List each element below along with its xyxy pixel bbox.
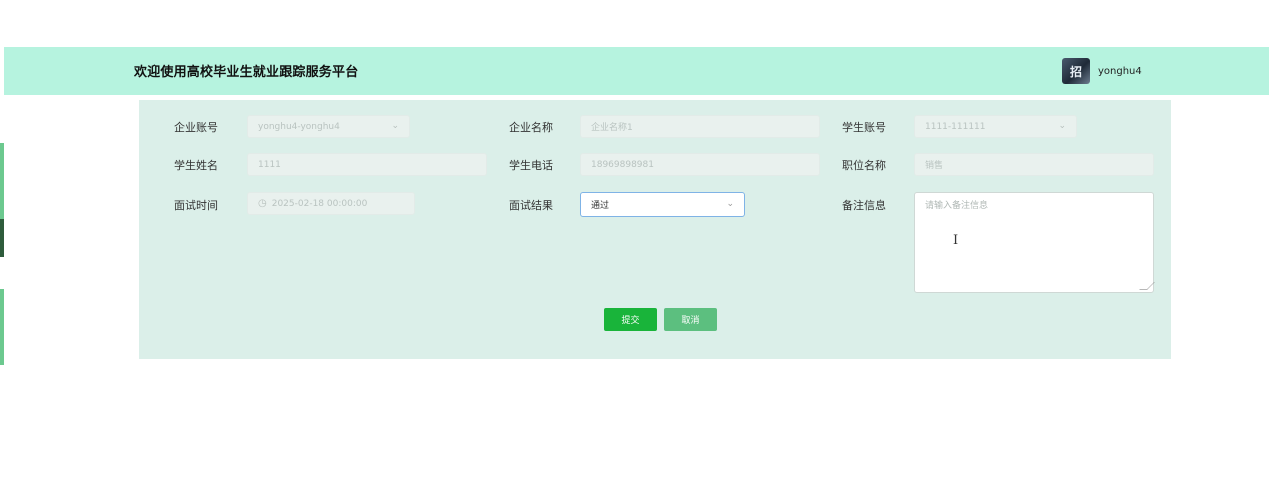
chevron-down-icon: ⌄ [391, 121, 399, 131]
interview-result-select[interactable]: 通过 ⌄ [580, 192, 745, 217]
remarks-textarea[interactable]: 请输入备注信息 I [914, 192, 1155, 293]
position-name-input[interactable]: 销售 [914, 153, 1154, 176]
username-label[interactable]: yonghu4 [1098, 66, 1142, 77]
page-title: 欢迎使用高校毕业生就业跟踪服务平台 [134, 65, 359, 80]
remarks-label: 备注信息 [842, 199, 886, 212]
avatar[interactable]: 招 [1062, 58, 1090, 84]
chevron-down-icon: ⌄ [726, 199, 734, 209]
clock-icon: ◷ [258, 198, 267, 209]
student-account-select[interactable]: 1111-111111 ⌄ [914, 115, 1077, 138]
student-phone-input[interactable]: 18969898981 [580, 153, 820, 176]
remarks-placeholder: 请输入备注信息 [925, 201, 989, 211]
sidebar-strip-active [0, 219, 4, 257]
student-name-value: 1111 [258, 159, 281, 170]
interview-time-label: 面试时间 [174, 199, 218, 212]
company-name-input[interactable]: 企业名称1 [580, 115, 820, 138]
interview-form: 企业账号 yonghu4-yonghu4 ⌄ 企业名称 企业名称1 学生账号 1… [139, 100, 1171, 359]
interview-time-picker[interactable]: ◷ 2025-02-18 00:00:00 [247, 192, 415, 215]
company-name-label: 企业名称 [509, 121, 553, 134]
company-account-value: yonghu4-yonghu4 [258, 121, 340, 132]
interview-result-label: 面试结果 [509, 199, 553, 212]
chevron-down-icon: ⌄ [1058, 121, 1066, 131]
interview-time-value: 2025-02-18 00:00:00 [271, 198, 368, 209]
student-account-value: 1111-111111 [925, 121, 986, 132]
top-header: 欢迎使用高校毕业生就业跟踪服务平台 招 yonghu4 [4, 47, 1269, 95]
position-name-label: 职位名称 [842, 159, 886, 172]
interview-result-value: 通过 [591, 201, 610, 211]
student-account-label: 学生账号 [842, 121, 886, 134]
student-phone-value: 18969898981 [591, 159, 654, 170]
user-menu[interactable]: 招 yonghu4 [1062, 58, 1142, 84]
company-name-placeholder: 企业名称1 [591, 123, 633, 133]
company-account-label: 企业账号 [174, 121, 218, 134]
sidebar-strip-bottom [0, 289, 4, 365]
student-name-input[interactable]: 1111 [247, 153, 487, 176]
student-name-label: 学生姓名 [174, 159, 218, 172]
sidebar-strip-top [0, 143, 4, 219]
submit-button[interactable]: 提交 [604, 308, 657, 331]
company-account-select[interactable]: yonghu4-yonghu4 ⌄ [247, 115, 410, 138]
text-cursor-icon: I [953, 233, 959, 248]
position-name-value: 销售 [925, 161, 944, 171]
student-phone-label: 学生电话 [509, 159, 553, 172]
cancel-button[interactable]: 取消 [664, 308, 717, 331]
resize-handle-icon[interactable] [1139, 282, 1155, 290]
